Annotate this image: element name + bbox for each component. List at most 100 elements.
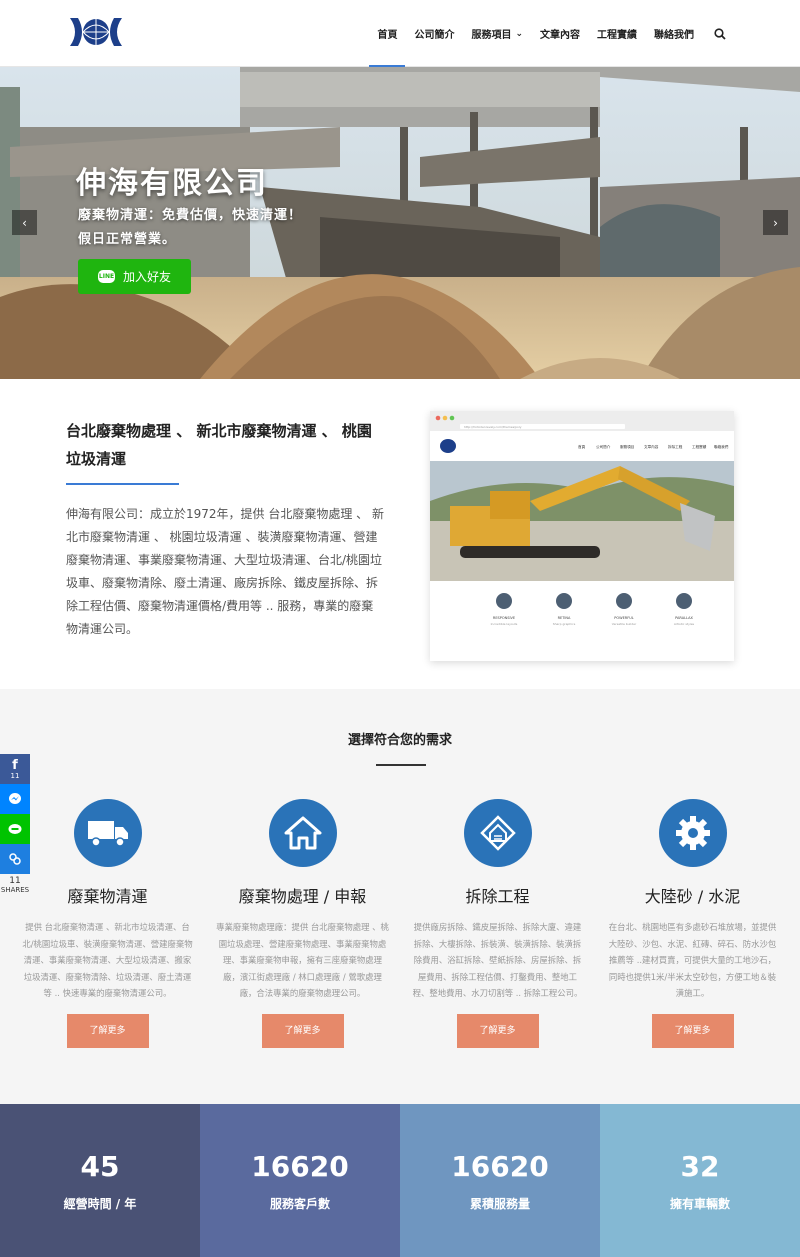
service-description: 提供 台北廢棄物清運 、新北市垃圾清運、台北/桃園垃圾車、裝潢廢棄物清運、營建廢… — [22, 922, 193, 998]
mock-feature-name: POWERFUL — [614, 616, 634, 620]
messenger-share-button[interactable] — [0, 784, 30, 814]
nav-label: 服務項目 — [471, 30, 512, 41]
line-icon: LINE — [97, 270, 115, 283]
line-icon — [8, 823, 22, 834]
stat-label: 經營時間 / 年 — [63, 1196, 137, 1211]
stat-vehicles: 32 擁有車輛數 — [600, 1104, 800, 1257]
stat-clients: 16620 服務客戶數 — [200, 1104, 400, 1257]
stat-services: 16620 累積服務量 — [400, 1104, 600, 1257]
services-divider — [376, 764, 426, 766]
slider-prev-button[interactable]: ‹ — [12, 210, 37, 235]
line-share-button[interactable] — [0, 814, 30, 844]
search-icon — [714, 27, 726, 40]
nav-label: 文章內容 — [540, 30, 580, 41]
main-nav: 首頁 公司簡介 服務項目 ⌄ 文章內容 工程實績 聯絡我們 — [360, 0, 726, 67]
intro-divider — [66, 483, 179, 485]
stat-value: 45 — [80, 1149, 120, 1183]
intro-section: 台北廢棄物處理 、 新北市廢棄物清運 、 桃園垃圾清運 伸海有限公司：成立於19… — [0, 379, 800, 689]
nav-item-contact[interactable]: 聯絡我們 — [654, 0, 694, 67]
copy-link-button[interactable] — [0, 844, 30, 874]
service-name: 廢棄物處理 / 申報 — [238, 887, 367, 906]
intro-title: 台北廢棄物處理 、 新北市廢棄物清運 、 桃園垃圾清運 — [66, 422, 372, 468]
mock-nav-item: 公司簡介 — [596, 444, 611, 449]
mock-nav-item: 文章內容 — [644, 444, 659, 449]
nav-item-home[interactable]: 首頁 — [369, 0, 406, 67]
facebook-icon: f — [12, 757, 18, 773]
chevron-down-icon: ⌄ — [515, 28, 523, 39]
hero-title: 伸海有限公司 — [76, 166, 268, 201]
mock-nav-item: 首頁 — [578, 444, 586, 449]
service-name: 大陸砂 / 水泥 — [644, 887, 741, 906]
nav-item-articles[interactable]: 文章內容 — [540, 0, 580, 67]
hero-slider: 伸海有限公司 廢棄物清運：免費估價，快速清運！ 假日正常營業。 LINE 加入好… — [0, 67, 800, 379]
stat-value: 16620 — [451, 1149, 549, 1183]
nav-item-services[interactable]: 服務項目 ⌄ — [471, 0, 523, 67]
mock-feature-desc: Sharp graphics — [553, 622, 576, 626]
stat-label: 累積服務量 — [469, 1196, 530, 1211]
service-description: 專業廢棄物處理廠：提供 台北廢棄物處理 、桃園垃圾處理、營建廢棄物處理、事業廢棄… — [216, 922, 389, 998]
stat-label: 服務客戶數 — [269, 1196, 330, 1211]
chevron-left-icon: ‹ — [22, 215, 27, 230]
hero-subtitle-line: 廢棄物清運：免費估價，快速清運！ — [78, 208, 303, 223]
hero-subtitle-line: 假日正常營業。 — [78, 232, 177, 247]
facebook-share-button[interactable]: f 11 — [0, 754, 30, 784]
nav-label: 公司簡介 — [414, 30, 455, 41]
gear-icon — [658, 799, 727, 867]
learn-more-button[interactable]: 了解更多 — [66, 1013, 149, 1048]
service-description: 在台北、桃園地區有多處砂石堆放場，並提供大陸砂、沙包、水泥、紅磚、碎石、防水沙包… — [608, 922, 777, 998]
learn-more-button[interactable]: 了解更多 — [456, 1013, 539, 1048]
stat-value: 16620 — [251, 1149, 349, 1183]
social-share-bar: f 11 11 SHARES — [0, 754, 30, 895]
mock-feature-desc: Versatile builder — [612, 622, 637, 626]
company-logo[interactable] — [68, 14, 124, 50]
truck-icon — [73, 799, 142, 867]
browser-mockup: http://forbidenrevely.com/themes/poly 首頁… — [430, 411, 734, 661]
mock-feature-name: PARALLAX — [675, 616, 693, 620]
mock-feature-name: RESPONSIVE — [493, 616, 515, 620]
stat-years: 45 經營時間 / 年 — [0, 1104, 200, 1257]
nav-label: 聯絡我們 — [654, 30, 694, 41]
services-title: 選擇符合您的需求 — [347, 733, 452, 748]
nav-label: 工程實績 — [597, 30, 637, 41]
nav-item-projects[interactable]: 工程實績 — [597, 0, 637, 67]
demolition-icon — [463, 799, 532, 867]
service-card-waste-processing: 廢棄物處理 / 申報 專業廢棄物處理廠：提供 台北廢棄物處理 、桃園垃圾處理、營… — [215, 799, 390, 1048]
service-card-waste-transport: 廢棄物清運 提供 台北廢棄物清運 、新北市垃圾清運、台北/桃園垃圾車、裝潢廢棄物… — [20, 799, 195, 1048]
stats-section: 45 經營時間 / 年 16620 服務客戶數 16620 累積服務量 32 擁… — [0, 1104, 800, 1257]
mock-nav-item: 聯絡我們 — [714, 444, 729, 449]
service-description: 提供廠房拆除、鐵皮屋拆除、拆除大廈、違建拆除、大樓拆除、拆裝潢、裝潢拆除、裝潢拆… — [412, 922, 583, 998]
line-add-friend-button[interactable]: LINE 加入好友 — [78, 259, 191, 294]
search-button[interactable] — [714, 0, 726, 67]
nav-item-about[interactable]: 公司簡介 — [414, 0, 454, 67]
service-name: 廢棄物清運 — [67, 887, 148, 906]
mock-nav-item: 服務項目 — [620, 444, 634, 449]
slider-next-button[interactable]: › — [763, 210, 788, 235]
site-header: 首頁 公司簡介 服務項目 ⌄ 文章內容 工程實績 聯絡我們 — [0, 0, 800, 67]
share-total-label: SHARES — [0, 886, 30, 894]
learn-more-button[interactable]: 了解更多 — [651, 1013, 734, 1048]
hero-subtitle: 廢棄物清運：免費估價，快速清運！ 假日正常營業。 — [78, 204, 302, 252]
service-name: 拆除工程 — [465, 887, 530, 906]
mock-nav-item: 工程實績 — [692, 444, 707, 449]
facebook-share-count: 11 — [10, 771, 20, 780]
website-preview-image: http://forbidenrevely.com/themes/poly 首頁… — [430, 411, 734, 661]
mock-feature-desc: Artistic styles — [674, 622, 695, 626]
nav-label: 首頁 — [377, 30, 398, 41]
chevron-right-icon: › — [773, 215, 778, 230]
mock-nav-item: 拆除工程 — [668, 444, 683, 449]
share-total-count: 11 — [9, 876, 21, 886]
service-card-sand-cement: 大陸砂 / 水泥 在台北、桃園地區有多處砂石堆放場，並提供大陸砂、沙包、水泥、紅… — [605, 799, 780, 1048]
mock-feature-desc: Incredible layouts — [491, 622, 518, 626]
stat-value: 32 — [680, 1149, 720, 1183]
learn-more-button[interactable]: 了解更多 — [261, 1013, 344, 1048]
intro-text: 伸海有限公司：成立於1972年，提供 台北廢棄物處理 、 新北市廢棄物清運 、 … — [66, 507, 384, 636]
service-card-demolition: 拆除工程 提供廠房拆除、鐵皮屋拆除、拆除大廈、違建拆除、大樓拆除、拆裝潢、裝潢拆… — [410, 799, 585, 1048]
home-icon — [268, 799, 337, 867]
mock-url: http://forbidenrevely.com/themes/poly — [464, 425, 522, 429]
mock-feature-name: RETINA — [558, 616, 571, 620]
stat-label: 擁有車輛數 — [669, 1196, 730, 1211]
link-icon — [9, 853, 21, 865]
services-section: 選擇符合您的需求 廢棄物清運 提供 台北廢棄物清運 、新北市垃圾清運、台北/桃園… — [0, 689, 800, 1104]
line-button-label: 加入好友 — [122, 270, 171, 284]
messenger-icon — [9, 793, 21, 804]
